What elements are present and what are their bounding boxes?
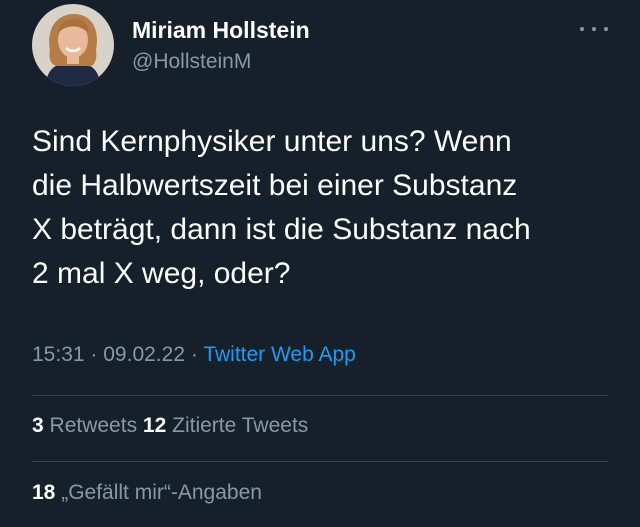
retweets-label: Retweets bbox=[49, 414, 138, 437]
tweet-time[interactable]: 15:31 bbox=[32, 343, 85, 366]
divider bbox=[32, 395, 608, 396]
tweet-date[interactable]: 09.02.22 bbox=[103, 343, 185, 366]
divider bbox=[32, 461, 608, 462]
retweets-count: 3 bbox=[32, 414, 44, 437]
likes-stats: 18 „Gefällt mir“-Angaben bbox=[32, 481, 262, 505]
tweet-source-link[interactable]: Twitter Web App bbox=[203, 343, 356, 366]
likes-count: 18 bbox=[32, 481, 56, 504]
likes-label: „Gefällt mir“-Angaben bbox=[61, 481, 262, 504]
meta-separator: · bbox=[190, 343, 198, 366]
more-dot bbox=[592, 27, 596, 31]
more-options-icon[interactable] bbox=[580, 18, 608, 40]
tweet-text: Sind Kernphysiker unter uns? Wenn die Ha… bbox=[32, 125, 531, 290]
tweet-meta: 15:31 · 09.02.22 · Twitter Web App bbox=[32, 343, 356, 367]
retweets-link[interactable]: 3 Retweets bbox=[32, 414, 137, 437]
avatar-photo bbox=[32, 4, 114, 86]
quote-tweets-link[interactable]: 12 Zitierte Tweets bbox=[143, 414, 308, 437]
author-display-name[interactable]: Miriam Hollstein bbox=[132, 17, 310, 44]
quote-tweets-count: 12 bbox=[142, 414, 167, 437]
more-dot bbox=[580, 27, 584, 31]
likes-link[interactable]: 18 „Gefällt mir“-Angaben bbox=[32, 481, 262, 504]
quote-tweets-label: Zitierte Tweets bbox=[172, 414, 309, 437]
meta-separator: · bbox=[90, 343, 98, 366]
tweet-detail: Miriam Hollstein @HollsteinM Sind Kernph… bbox=[0, 0, 640, 527]
avatar[interactable] bbox=[32, 4, 114, 86]
engagement-stats: 3 Retweets 12 Zitierte Tweets bbox=[32, 414, 308, 438]
more-dot bbox=[604, 27, 608, 31]
author-handle[interactable]: @HollsteinM bbox=[132, 50, 251, 74]
